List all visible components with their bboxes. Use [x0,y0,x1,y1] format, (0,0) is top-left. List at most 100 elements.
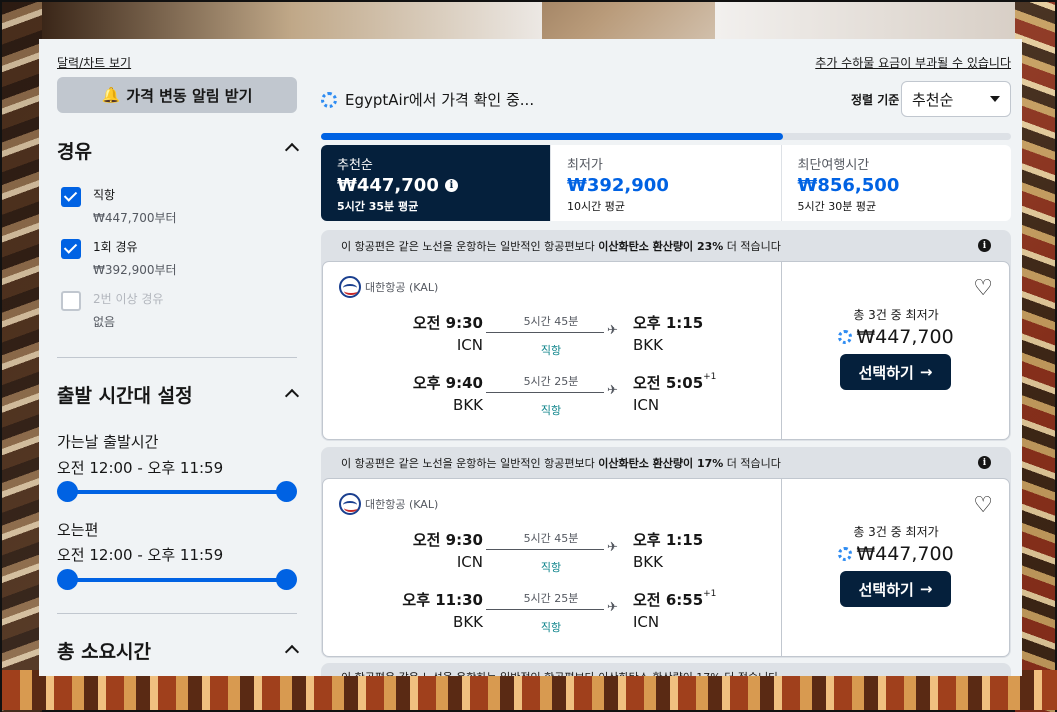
search-progress-fill [321,133,784,140]
filter-sidebar: 달력/차트 보기 🔔 가격 변동 알림 받기 경유 직항 ₩447,700부터 … [39,39,315,676]
info-icon[interactable]: i [978,456,991,469]
deals-count: 총 3건 중 최저가 [853,308,939,322]
arrival-airport: BKK [633,553,663,571]
info-icon[interactable]: i [978,239,991,252]
baggage-fee-link[interactable]: 추가 수하물 요금이 부과될 수 있습니다 [815,54,1011,71]
flight-leg-return: 오후 9:40 BKK 5시간 25분 ✈ 직항 오전 5:05+1 ICN [383,372,743,418]
return-time-label: 오는편 [57,521,99,539]
arrow-right-icon: → [919,580,933,598]
result-card[interactable]: 이 항공편은 같은 노선을 운항하는 일반적인 항공편보다 이산화탄소 환산량이… [321,230,1011,441]
background-image-top-right [715,2,1015,40]
loading-spinner-icon [838,330,853,344]
bell-icon: 🔔 [101,86,121,104]
tab-avg-duration: 5시간 35분 평균 [337,200,419,213]
background-image-left [2,2,42,712]
slider-handle-end[interactable] [276,481,297,502]
slider-handle-start[interactable] [57,569,78,590]
tab-name: 최저가 [567,158,603,173]
select-label: 선택하기 [858,580,914,599]
departure-airport: BKK [453,396,483,414]
calendar-chart-link[interactable]: 달력/차트 보기 [57,54,131,71]
korean-air-logo-icon [339,493,361,515]
departure-airport: BKK [453,613,483,631]
slider-handle-start[interactable] [57,481,78,502]
price-alert-button[interactable]: 🔔 가격 변동 알림 받기 [57,77,297,113]
heart-icon[interactable]: ♡ [973,495,993,517]
slider-handle-end[interactable] [276,569,297,590]
departure-time: 오후 11:30 [402,591,483,609]
tab-best[interactable]: 추천순 ₩447,700 i 5시간 35분 평균 [321,145,551,221]
outbound-time-label: 가는날 출발시간 [57,433,159,451]
sort-tabs: 추천순 ₩447,700 i 5시간 35분 평균 최저가 ₩392,900 10… [321,145,1011,221]
airplane-icon: ✈ [607,383,618,398]
result-card-body[interactable]: 대한항공 (KAL) 오전 9:30 ICN 5시간 45분 ✈ 직항 오후 1… [322,478,1010,657]
departure-airport: ICN [456,553,483,571]
arrival-time: 오후 1:15 [633,314,704,332]
divider [57,613,297,614]
co2-notice-text: 이 항공편은 같은 노선을 운항하는 일반적인 항공편보다 이산화탄소 환산량이… [341,239,781,253]
route-line [486,332,604,333]
return-time-range: 오전 12:00 - 오후 11:59 [57,546,224,564]
airplane-icon: ✈ [607,540,618,555]
info-icon[interactable]: i [444,179,458,192]
tab-name: 추천순 [337,158,373,173]
price-value: ₩447,700 [856,326,954,348]
checkbox-direct[interactable] [61,187,81,207]
chevron-up-icon[interactable] [284,388,300,404]
departure-airport: ICN [456,336,483,354]
tab-cheapest[interactable]: 최저가 ₩392,900 10시간 평균 [551,145,782,221]
flight-leg-outbound: 오전 9:30 ICN 5시간 45분 ✈ 직항 오후 1:15 BKK [383,529,743,575]
route-line [486,549,604,550]
outbound-time-slider[interactable] [57,481,297,502]
sort-select[interactable]: 추천순 [901,81,1011,117]
price-column: ♡ 총 3건 중 최저가 ₩447,700 선택하기 → [781,262,1009,439]
route-line [486,609,604,610]
result-card-body[interactable]: 대한항공 (KAL) 오전 9:30 ICN 5시간 45분 ✈ 직항 오후 1… [322,261,1010,440]
arrival-time: 오전 5:05+1 [633,372,717,392]
flight-duration: 5시간 45분 [523,532,579,545]
flight-leg-outbound: 오전 9:30 ICN 5시간 45분 ✈ 직항 오후 1:15 BKK [383,312,743,358]
arrival-airport: BKK [633,336,663,354]
arrival-airport: ICN [633,613,660,631]
tab-avg-duration: 10시간 평균 [567,200,625,213]
tab-fastest[interactable]: 최단여행시간 ₩856,500 5시간 30분 평균 [782,145,1012,221]
price-row: ₩447,700 [782,326,1010,348]
chevron-up-icon[interactable] [284,644,300,660]
airline-name: 대한항공 (KAL) [365,281,439,294]
tab-price: ₩392,900 [567,175,669,196]
select-label: 선택하기 [858,363,914,382]
arrow-right-icon: → [919,363,933,381]
select-flight-button[interactable]: 선택하기 → [840,354,951,390]
checkbox-one-stop[interactable] [61,239,81,259]
stops-count: 직항 [540,561,562,574]
heart-icon[interactable]: ♡ [973,278,993,300]
tab-avg-duration: 5시간 30분 평균 [797,200,877,213]
arrival-time: 오전 6:55+1 [633,589,717,609]
sort-value: 추천순 [912,90,954,109]
select-flight-button[interactable]: 선택하기 → [840,571,951,607]
tab-price: ₩447,700 [337,175,439,196]
tab-price: ₩856,500 [797,175,900,196]
stops-option-label: 2번 이상 경유 [93,292,164,306]
result-card[interactable]: 이 항공편은 같은 노선을 운항하는 일반적인 항공편보다 이산화탄소 환산량이… [321,447,1011,658]
divider [57,357,297,358]
stops-option-label: 직항 [93,188,116,202]
stops-option-price: ₩447,700부터 [93,211,177,225]
duration-filter-title: 총 소요시간 [57,641,152,663]
arrival-airport: ICN [633,396,660,414]
results-main: 추가 수하물 요금이 부과될 수 있습니다 EgyptAir에서 가격 확인 중… [321,39,1011,676]
price-row: ₩447,700 [782,543,1010,565]
flight-duration: 5시간 25분 [523,375,579,388]
stops-option-label: 1회 경유 [93,240,138,254]
arrival-time: 오후 1:15 [633,531,704,549]
chevron-up-icon[interactable] [284,142,300,158]
stops-option-direct[interactable]: 직항 ₩447,700부터 [61,187,177,226]
flight-duration: 5시간 25분 [523,592,579,605]
stops-option-price: 없음 [93,315,116,329]
co2-notice-text: 이 항공편은 같은 노선을 운항하는 일반적인 항공편보다 이산화탄소 환산량이… [341,456,781,470]
stops-option-price: ₩392,900부터 [93,263,177,277]
flight-leg-return: 오후 11:30 BKK 5시간 25분 ✈ 직항 오전 6:55+1 ICN [383,589,743,635]
background-image-bottom [2,670,1057,710]
return-time-slider[interactable] [57,569,297,590]
stops-option-one-stop[interactable]: 1회 경유 ₩392,900부터 [61,239,177,278]
